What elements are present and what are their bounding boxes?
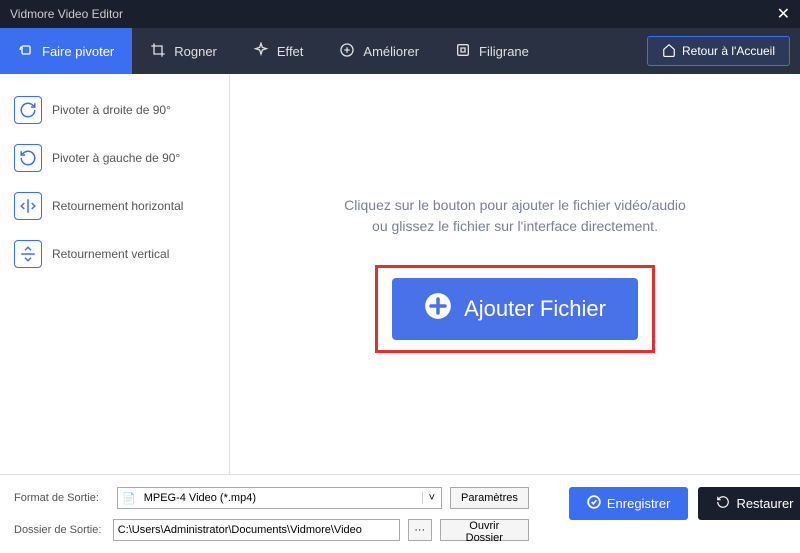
home-label: Retour à l'Accueil (682, 44, 775, 58)
add-file-highlight: Ajouter Fichier (375, 265, 655, 353)
output-folder-row: Dossier de Sortie: C:\Users\Administrato… (14, 519, 529, 541)
plus-circle-icon (424, 292, 452, 326)
output-folder-input[interactable]: C:\Users\Administrator\Documents\Vidmore… (113, 519, 400, 541)
output-format-label: Format de Sortie: (14, 492, 109, 504)
tab-label: Améliorer (363, 44, 419, 59)
format-file-icon: 📄 (118, 492, 140, 505)
titlebar: Vidmore Video Editor ✕ (0, 0, 800, 28)
tab-label: Filigrane (479, 44, 529, 59)
main-area: Pivoter à droite de 90° Pivoter à gauche… (0, 74, 800, 474)
sidebar-item-flip-vertical[interactable]: Retournement vertical (8, 230, 221, 278)
tab-effect[interactable]: Effet (235, 28, 322, 74)
open-folder-button[interactable]: Ouvrir Dossier (440, 519, 529, 541)
chevron-down-icon: ˅ (422, 492, 441, 504)
sidebar-item-label: Pivoter à gauche de 90° (52, 151, 180, 165)
tab-rotate[interactable]: Faire pivoter (0, 28, 132, 74)
enhance-icon (339, 42, 355, 61)
save-label: Enregistrer (607, 496, 671, 511)
close-icon[interactable]: ✕ (777, 4, 790, 24)
effect-icon (253, 42, 269, 61)
restore-button[interactable]: Restaurer (698, 487, 800, 520)
home-button[interactable]: Retour à l'Accueil (647, 36, 790, 66)
add-file-button[interactable]: Ajouter Fichier (392, 278, 638, 340)
output-format-value: MPEG-4 Video (*.mp4) (140, 492, 422, 504)
save-button[interactable]: Enregistrer (569, 487, 689, 520)
content-area: Cliquez sur le bouton pour ajouter le fi… (230, 74, 800, 474)
tab-label: Rogner (174, 44, 217, 59)
tab-enhance[interactable]: Améliorer (321, 28, 437, 74)
sidebar-item-flip-horizontal[interactable]: Retournement horizontal (8, 182, 221, 230)
restore-icon (716, 495, 730, 512)
tab-crop[interactable]: Rogner (132, 28, 235, 74)
app-title: Vidmore Video Editor (10, 7, 123, 21)
sidebar: Pivoter à droite de 90° Pivoter à gauche… (0, 74, 230, 474)
sidebar-item-label: Retournement horizontal (52, 199, 183, 213)
parameters-button[interactable]: Paramètres (450, 487, 529, 509)
watermark-icon (455, 42, 471, 61)
output-format-row: Format de Sortie: 📄 MPEG-4 Video (*.mp4)… (14, 487, 529, 509)
toolbar: Faire pivoter Rogner Effet Améliorer Fil… (0, 28, 800, 74)
rotate-right-icon (14, 96, 42, 124)
crop-icon (150, 42, 166, 61)
sidebar-item-rotate-left[interactable]: Pivoter à gauche de 90° (8, 134, 221, 182)
restore-label: Restaurer (736, 496, 793, 511)
footer: Format de Sortie: 📄 MPEG-4 Video (*.mp4)… (0, 474, 800, 553)
check-circle-icon (587, 495, 601, 512)
home-icon (662, 43, 676, 60)
add-file-label: Ajouter Fichier (464, 296, 606, 322)
browse-folder-button[interactable]: ··· (408, 519, 432, 541)
drop-hint-text: Cliquez sur le bouton pour ajouter le fi… (335, 195, 695, 237)
output-format-select[interactable]: 📄 MPEG-4 Video (*.mp4) ˅ (117, 487, 442, 509)
sidebar-item-rotate-right[interactable]: Pivoter à droite de 90° (8, 86, 221, 134)
flip-vertical-icon (14, 240, 42, 268)
sidebar-item-label: Pivoter à droite de 90° (52, 103, 171, 117)
tab-label: Faire pivoter (42, 44, 114, 59)
tab-watermark[interactable]: Filigrane (437, 28, 547, 74)
sidebar-item-label: Retournement vertical (52, 247, 169, 261)
rotate-icon (18, 42, 34, 61)
output-folder-label: Dossier de Sortie: (14, 524, 105, 536)
flip-horizontal-icon (14, 192, 42, 220)
rotate-left-icon (14, 144, 42, 172)
tab-label: Effet (277, 44, 304, 59)
